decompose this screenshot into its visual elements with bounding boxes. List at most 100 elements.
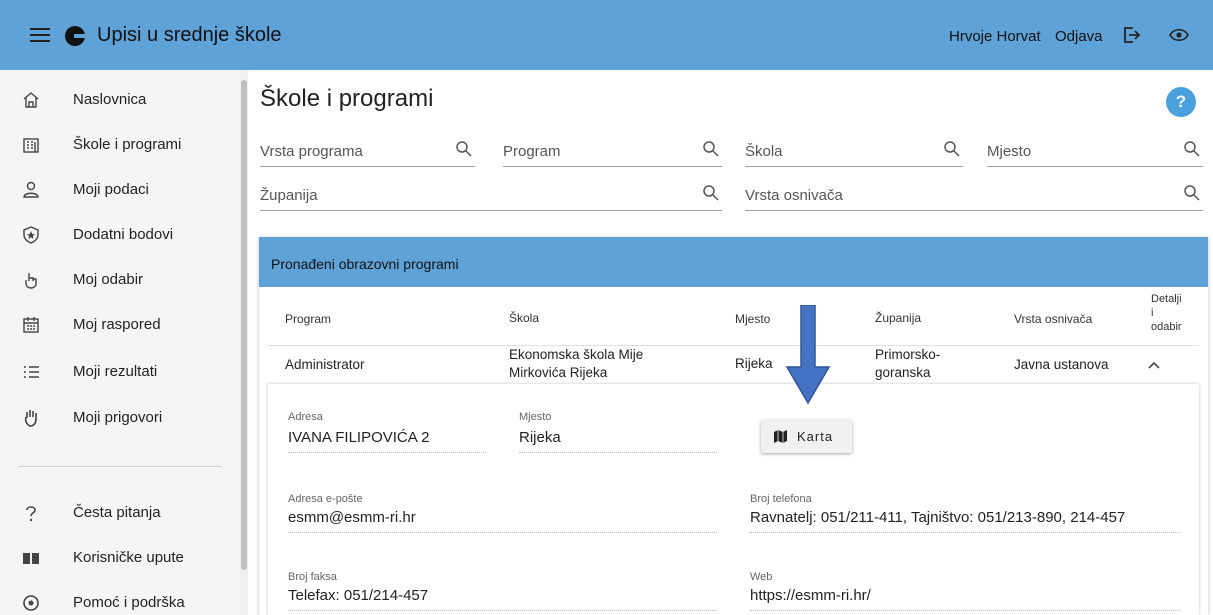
sidebar-item-naslovnica[interactable]: Naslovnica (0, 78, 236, 122)
sidebar-item-label: Česta pitanja (73, 504, 161, 521)
column-header-vrsta-osnivaca[interactable]: Vrsta osnivača (1014, 312, 1092, 326)
results-panel-title: Pronađeni obrazovni programi (271, 256, 459, 272)
book-icon (23, 553, 39, 564)
vrsta-osnivaca-input[interactable] (745, 187, 1203, 204)
skola-input[interactable] (745, 143, 963, 160)
cell-zupanija-line: goranska (875, 365, 931, 380)
column-header-program[interactable]: Program (285, 312, 331, 326)
chevron-up-icon[interactable] (1147, 360, 1161, 370)
cell-zupanija-line: Primorsko- (875, 347, 941, 362)
column-header-skola[interactable]: Škola (509, 311, 539, 325)
support-icon (23, 595, 39, 611)
telefon-underline (750, 532, 1180, 533)
user-icon (23, 181, 39, 198)
app-logo-icon (65, 26, 86, 46)
sidebar-item-korisnicke-upute[interactable]: Korisničke upute (0, 536, 236, 580)
zupanija-input[interactable] (260, 187, 722, 204)
home-icon (23, 92, 39, 108)
calendar-icon (23, 317, 39, 333)
cell-program: Administrator (285, 357, 365, 372)
filter-vrsta-osnivaca (745, 181, 1203, 211)
cell-vrsta-osnivaca: Javna ustanova (1014, 357, 1109, 372)
search-icon[interactable] (702, 140, 720, 158)
filter-zupanija (260, 181, 722, 211)
search-icon[interactable] (455, 140, 473, 158)
filter-skola (745, 137, 963, 167)
mjesto-input[interactable] (987, 143, 1203, 160)
vrsta-programa-input[interactable] (260, 143, 475, 160)
sidebar-item-pomoc-i-podrska[interactable]: Pomoć i podrška (0, 581, 236, 615)
logout-icon[interactable] (1121, 25, 1141, 45)
sidebar-item-moji-prigovori[interactable]: Moji prigovori (0, 396, 236, 440)
filter-program (503, 137, 722, 167)
email-value: esmm@esmm-ri.hr (288, 509, 416, 526)
column-header-mjesto[interactable]: Mjesto (735, 312, 770, 326)
logout-button[interactable]: Odjava (1055, 28, 1103, 45)
app-title[interactable]: Upisi u srednje škole (97, 24, 282, 47)
filter-mjesto (987, 137, 1203, 167)
menu-icon[interactable] (30, 24, 50, 46)
telefon-value: Ravnatelj: 051/211-411, Tajništvo: 051/2… (750, 509, 1126, 526)
eye-icon[interactable] (1169, 27, 1189, 43)
results-panel-header: Pronađeni obrazovni programi (259, 237, 1208, 287)
user-name: Hrvoje Horvat (949, 28, 1041, 45)
mjesto-value: Rijeka (519, 429, 561, 446)
sidebar-item-skole-i-programi[interactable]: Škole i programi (0, 123, 236, 167)
table-header-divider (268, 345, 1199, 346)
faks-underline (288, 610, 717, 611)
search-icon[interactable] (943, 140, 961, 158)
mjesto-underline (519, 452, 717, 453)
help-button[interactable]: ? (1166, 87, 1196, 117)
sidebar-item-moj-raspored[interactable]: Moj raspored (0, 303, 236, 347)
cell-skola-line: Ekonomska škola Mije (509, 347, 644, 362)
pointer-hand-icon (25, 273, 37, 289)
annotation-arrow-icon (785, 305, 831, 405)
sidebar-item-label: Naslovnica (73, 91, 147, 108)
sidebar-item-moji-podaci[interactable]: Moji podaci (0, 168, 236, 212)
sidebar-item-dodatni-bodovi[interactable]: Dodatni bodovi (0, 213, 236, 257)
sidebar-scroll-thumb[interactable] (241, 80, 247, 570)
star-shield-icon (23, 226, 39, 244)
building-icon (23, 138, 39, 153)
sidebar-item-label: Korisničke upute (73, 549, 184, 566)
sidebar-item-moj-odabir[interactable]: Moj odabir (0, 258, 236, 302)
top-app-bar: Upisi u srednje škole Hrvoje Horvat Odja… (0, 0, 1213, 70)
adresa-value: IVANA FILIPOVIĆA 2 (288, 429, 430, 446)
search-icon[interactable] (1183, 140, 1201, 158)
sidebar-item-label: Dodatni bodovi (73, 226, 174, 243)
sidebar-item-moji-rezultati[interactable]: Moji rezultati (0, 350, 236, 394)
email-label: Adresa e-pošte (288, 493, 363, 505)
sidebar-item-label: Moji prigovori (73, 409, 163, 426)
sidebar: Naslovnica Škole i programi Moji podaci … (0, 70, 240, 615)
column-header-detalji-line: Detalji (1151, 293, 1182, 305)
column-header-detalji-line: odabir (1151, 321, 1182, 333)
sidebar-item-label: Pomoć i podrška (73, 594, 185, 611)
filter-vrsta-programa (260, 137, 475, 167)
adresa-label: Adresa (288, 411, 323, 423)
web-value[interactable]: https://esmm-ri.hr/ (750, 587, 871, 604)
cell-mjesto: Rijeka (735, 356, 773, 371)
telefon-label: Broj telefona (750, 493, 812, 505)
column-header-zupanija[interactable]: Županija (875, 311, 921, 325)
list-icon (24, 366, 39, 378)
karta-button[interactable]: Karta (761, 420, 852, 453)
faks-label: Broj faksa (288, 571, 337, 583)
raised-hand-icon (24, 410, 37, 427)
web-label: Web (750, 571, 773, 583)
search-icon[interactable] (1183, 184, 1201, 202)
mjesto-label: Mjesto (519, 411, 552, 423)
sidebar-item-label: Moj raspored (73, 316, 161, 333)
column-header-detalji: Detalji i odabir (1151, 292, 1182, 334)
page-title: Škole i programi (260, 85, 434, 112)
search-icon[interactable] (702, 184, 720, 202)
program-input[interactable] (503, 143, 722, 160)
cell-skola: Ekonomska škola Mije Mirkovića Rijeka (509, 346, 643, 382)
question-icon (26, 506, 36, 522)
web-underline (750, 610, 1180, 611)
cell-zupanija: Primorsko- goranska (875, 346, 940, 382)
sidebar-item-label: Moji podaci (73, 181, 149, 198)
sidebar-item-cesta-pitanja[interactable]: Česta pitanja (0, 491, 236, 535)
column-header-detalji-line: i (1151, 307, 1154, 319)
adresa-underline (288, 452, 486, 453)
cell-skola-line: Mirkovića Rijeka (509, 365, 608, 380)
